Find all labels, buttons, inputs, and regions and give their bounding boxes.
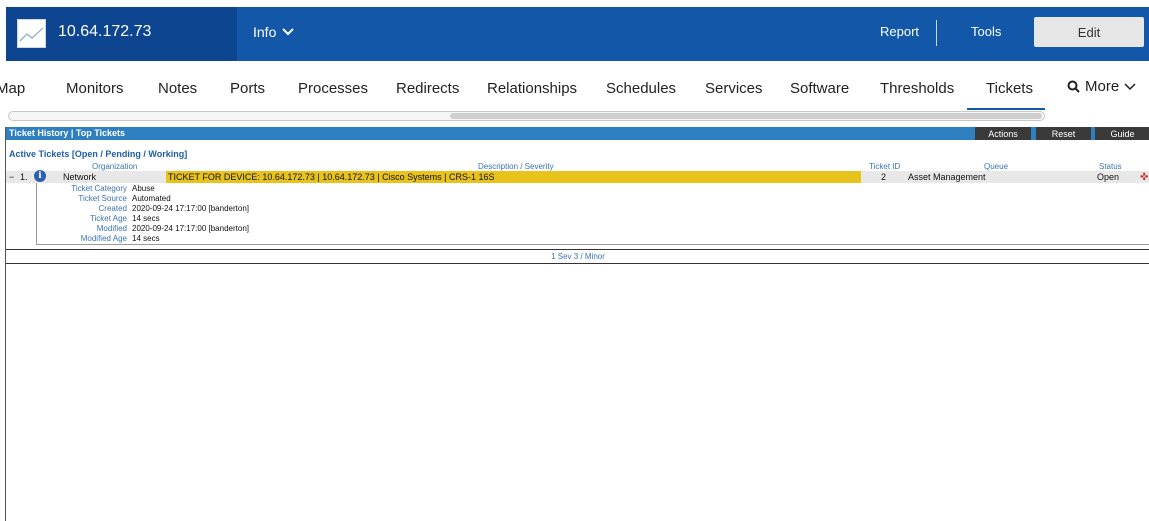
active-tab-indicator	[967, 108, 1045, 110]
ticket-organization: Network	[63, 172, 97, 182]
detail-value: Automated	[132, 194, 171, 203]
info-menu-button[interactable]: Info	[253, 24, 295, 40]
tab-bar: Map Monitors Notes Ports Processes Redir…	[0, 62, 1149, 110]
detail-value: 14 secs	[132, 234, 160, 243]
tools-button[interactable]: Tools	[971, 24, 1001, 39]
tab-map[interactable]: Map	[0, 80, 25, 97]
top-bar: 10.64.172.73 Info Report Tools Edit	[6, 7, 1149, 61]
tab-services[interactable]: Services	[705, 80, 763, 97]
report-button[interactable]: Report	[880, 24, 919, 39]
device-thumbnail-icon	[17, 19, 46, 48]
tab-monitors[interactable]: Monitors	[66, 80, 124, 97]
row-number: 1.	[20, 172, 28, 182]
guide-button[interactable]: Guide	[1095, 127, 1149, 140]
reset-button[interactable]: Reset	[1036, 127, 1091, 140]
column-header-queue[interactable]: Queue	[984, 162, 1008, 171]
tab-schedules[interactable]: Schedules	[606, 80, 676, 97]
collapse-icon[interactable]: −	[9, 172, 14, 182]
tab-ports[interactable]: Ports	[230, 80, 265, 97]
tab-notes[interactable]: Notes	[158, 80, 197, 97]
column-header-organization[interactable]: Organization	[92, 162, 137, 171]
tab-relationships[interactable]: Relationships	[487, 80, 577, 97]
edit-button[interactable]: Edit	[1034, 17, 1144, 47]
chevron-down-icon	[1124, 82, 1136, 90]
detail-label: Modified	[96, 224, 127, 233]
tab-scrollbar[interactable]	[8, 111, 1045, 121]
more-tabs-button[interactable]: More	[1067, 78, 1136, 95]
info-menu-label: Info	[253, 24, 277, 40]
search-icon	[1067, 80, 1080, 93]
detail-value: 2020-09-24 17:17:00 [banderton]	[132, 224, 249, 233]
tab-tickets[interactable]: Tickets	[986, 80, 1033, 97]
tab-software[interactable]: Software	[790, 80, 849, 97]
chevron-down-icon	[282, 28, 295, 36]
detail-label: Ticket Age	[89, 214, 127, 223]
panel-header: Ticket History | Top Tickets Actions Res…	[6, 127, 1149, 140]
detail-value: 2020-09-24 17:17:00 [banderton]	[132, 204, 249, 213]
column-header-ticket-id[interactable]: Ticket ID	[869, 162, 900, 171]
section-title[interactable]: Active Tickets [Open / Pending / Working…	[9, 149, 187, 159]
info-icon[interactable]: i	[34, 170, 46, 182]
ticket-details: Ticket Category Abuse Ticket Source Auto…	[36, 183, 1149, 245]
detail-label: Created	[98, 204, 127, 213]
detail-label: Modified Age	[80, 234, 127, 243]
tab-redirects[interactable]: Redirects	[396, 80, 459, 97]
tab-processes[interactable]: Processes	[298, 80, 368, 97]
ticket-status: Open	[1097, 172, 1120, 182]
detail-value: 14 secs	[132, 214, 160, 223]
actions-button[interactable]: Actions	[975, 127, 1031, 140]
ticket-id[interactable]: 2	[881, 172, 886, 182]
scrollbar-thumb[interactable]	[450, 113, 1042, 119]
detail-label: Ticket Source	[78, 194, 127, 203]
severity-summary-text: 1 Sev 3 / Minor	[551, 252, 605, 261]
column-header-description[interactable]: Description / Severity	[478, 162, 554, 171]
more-tabs-label: More	[1085, 78, 1120, 95]
table-row[interactable]: − 1. i Network TICKET FOR DEVICE: 10.64.…	[6, 170, 1149, 183]
ticket-action-icon[interactable]: ✜	[1140, 172, 1148, 183]
column-header-status[interactable]: Status	[1099, 162, 1122, 171]
ticket-queue: Asset Management	[908, 172, 986, 182]
divider	[936, 20, 937, 46]
device-ip-title: 10.64.172.73	[58, 23, 152, 40]
panel-title: Ticket History | Top Tickets	[9, 128, 126, 138]
tab-thresholds[interactable]: Thresholds	[880, 80, 954, 97]
ticket-panel: Ticket History | Top Tickets Actions Res…	[5, 127, 1149, 521]
detail-value: Abuse	[132, 184, 155, 193]
detail-label: Ticket Category	[71, 184, 127, 193]
severity-summary: 1 Sev 3 / Minor	[6, 249, 1149, 264]
device-header: 10.64.172.73	[6, 7, 237, 61]
ticket-description[interactable]: TICKET FOR DEVICE: 10.64.172.73 | 10.64.…	[166, 171, 861, 183]
